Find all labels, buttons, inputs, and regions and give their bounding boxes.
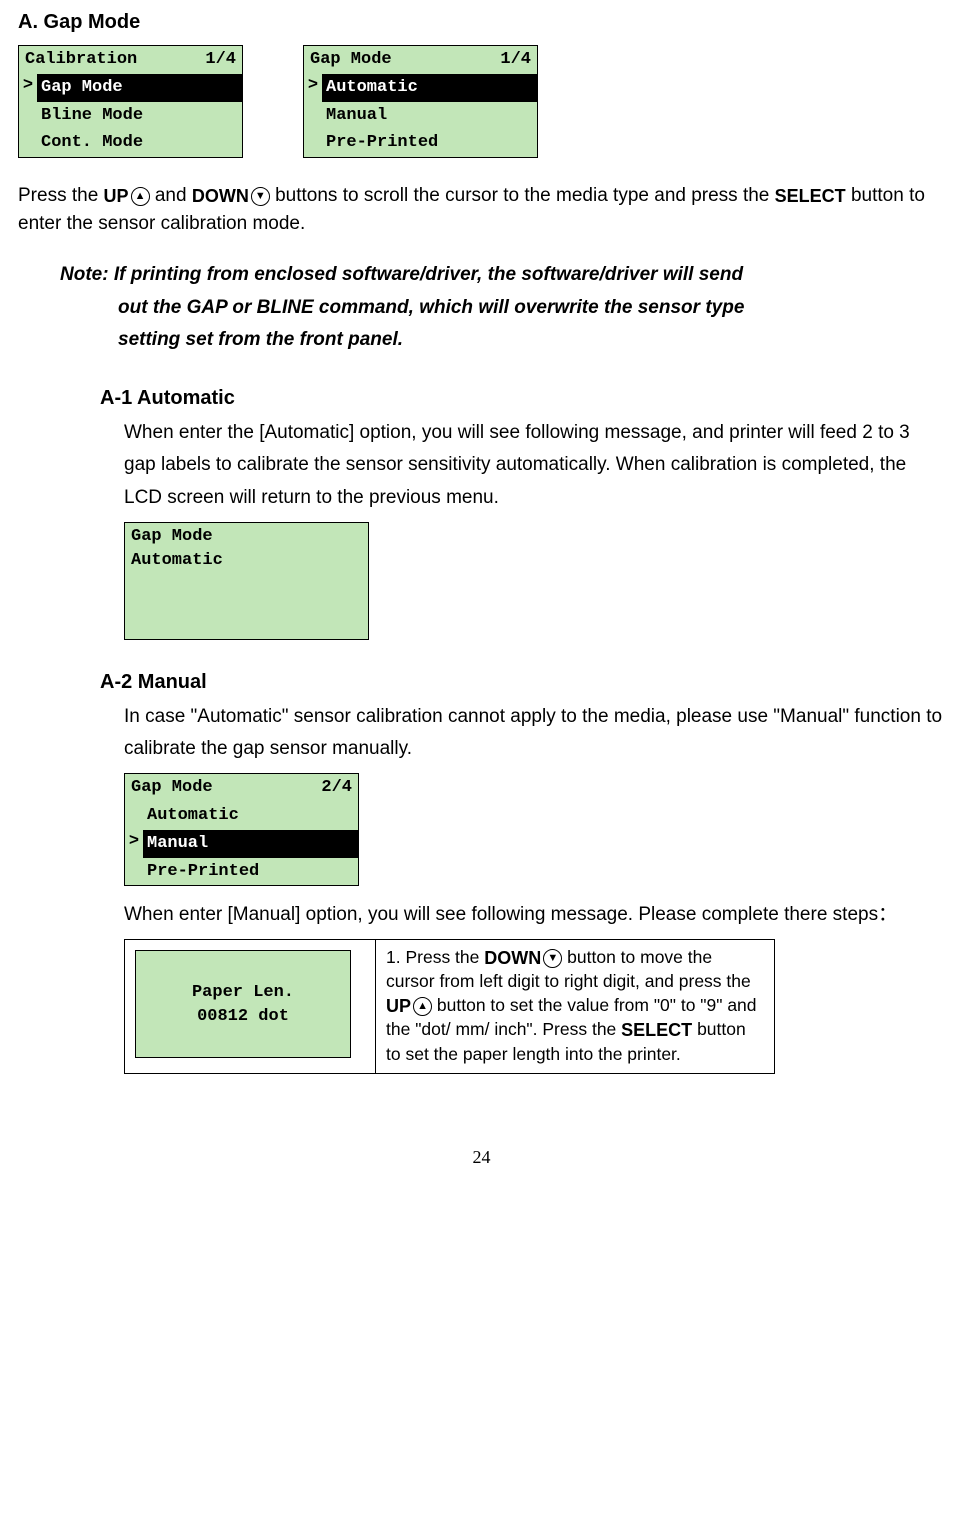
- up-button-label: UP: [386, 996, 411, 1016]
- cursor-icon: >: [304, 74, 322, 102]
- lcd1-row-2: Bline Mode: [19, 102, 242, 130]
- lcd1-row-3: Cont. Mode: [19, 129, 242, 157]
- lcd2-row-2: Manual: [304, 102, 537, 130]
- lcd-row-top: Calibration 1/4 > Gap Mode Bline Mode Co…: [18, 45, 945, 158]
- lcd3-row-2-label: Manual: [143, 830, 358, 858]
- a2-body2: When enter [Manual] option, you will see…: [124, 900, 945, 930]
- cursor-icon: [125, 858, 143, 886]
- cursor-icon: [304, 102, 322, 130]
- instruction-paragraph: Press the UP and DOWN buttons to scroll …: [18, 182, 945, 237]
- lcd3-title-right: 2/4: [321, 776, 352, 800]
- lcd2-title-left: Gap Mode: [310, 48, 392, 72]
- lcd1-row-1: > Gap Mode: [19, 74, 242, 102]
- lcd2-title-right: 1/4: [500, 48, 531, 72]
- cursor-icon: >: [125, 830, 143, 858]
- cursor-icon: [304, 129, 322, 157]
- lcd2-row-1-label: Automatic: [322, 74, 537, 102]
- lcd2-row-1: > Automatic: [304, 74, 537, 102]
- manual-steps-table: Paper Len. 00812 dot 1. Press the DOWN b…: [124, 939, 775, 1074]
- step-cell-lcd: Paper Len. 00812 dot: [125, 939, 376, 1073]
- lcd2-row-3-label: Pre-Printed: [322, 129, 537, 157]
- lcd1-title-left: Calibration: [25, 48, 137, 72]
- section-a1: A-1 Automatic When enter the [Automatic]…: [100, 384, 945, 640]
- up-arrow-icon: [131, 187, 150, 206]
- lcd-auto-line2: Automatic: [131, 549, 362, 573]
- p1-b: and: [155, 185, 187, 206]
- lcd-auto-running: Gap Mode Automatic: [124, 522, 369, 640]
- note-block: Note: If printing from enclosed software…: [60, 259, 945, 356]
- lcd3-row-1-label: Automatic: [143, 802, 358, 830]
- paper-len-line2: 00812 dot: [136, 1005, 350, 1029]
- lcd-gap-mode: Gap Mode 1/4 > Automatic Manual Pre-Prin…: [303, 45, 538, 158]
- down-button-label: DOWN: [192, 186, 249, 206]
- a2-heading: A-2 Manual: [100, 668, 945, 697]
- down-arrow-icon: [543, 949, 562, 968]
- lcd3-row-1: Automatic: [125, 802, 358, 830]
- p1-a: Press the: [18, 185, 98, 206]
- note-lead: Note:: [60, 264, 114, 285]
- lcd2-row-3: Pre-Printed: [304, 129, 537, 157]
- note-line-1: If printing from enclosed software/drive…: [114, 264, 743, 285]
- lcd3-row-3: Pre-Printed: [125, 858, 358, 886]
- s1-a: 1. Press the: [386, 947, 479, 967]
- a2-body1: In case "Automatic" sensor calibration c…: [124, 701, 945, 766]
- lcd1-row-3-label: Cont. Mode: [37, 129, 242, 157]
- section-a2: A-2 Manual In case "Automatic" sensor ca…: [100, 668, 945, 1074]
- lcd1-row-2-label: Bline Mode: [37, 102, 242, 130]
- select-button-label: SELECT: [775, 186, 846, 206]
- cursor-icon: [19, 102, 37, 130]
- select-button-label: SELECT: [621, 1021, 692, 1041]
- lcd3-title-left: Gap Mode: [131, 776, 213, 800]
- lcd-paper-len: Paper Len. 00812 dot: [135, 950, 351, 1058]
- a1-body: When enter the [Automatic] option, you w…: [124, 417, 945, 514]
- down-button-label: DOWN: [484, 948, 541, 968]
- lcd2-row-2-label: Manual: [322, 102, 537, 130]
- down-arrow-icon: [251, 187, 270, 206]
- lcd-auto-line1: Gap Mode: [131, 525, 362, 549]
- up-arrow-icon: [413, 997, 432, 1016]
- note-line-3: setting set from the front panel.: [118, 324, 945, 356]
- a1-heading: A-1 Automatic: [100, 384, 945, 413]
- lcd3-row-3-label: Pre-Printed: [143, 858, 358, 886]
- note-line-2: out the GAP or BLINE command, which will…: [118, 292, 945, 324]
- lcd3-row-2: > Manual: [125, 830, 358, 858]
- lcd1-row-1-label: Gap Mode: [37, 74, 242, 102]
- paper-len-line1: Paper Len.: [136, 981, 350, 1005]
- cursor-icon: >: [19, 74, 37, 102]
- lcd-gap-manual-select: Gap Mode 2/4 Automatic > Manual Pre-Prin…: [124, 773, 359, 886]
- page-number: 24: [18, 1144, 945, 1170]
- step-cell-instruction: 1. Press the DOWN button to move the cur…: [376, 939, 775, 1073]
- cursor-icon: [125, 802, 143, 830]
- lcd-calibration: Calibration 1/4 > Gap Mode Bline Mode Co…: [18, 45, 243, 158]
- section-heading: A. Gap Mode: [18, 8, 945, 37]
- lcd1-title-right: 1/4: [205, 48, 236, 72]
- up-button-label: UP: [104, 186, 129, 206]
- p1-c: buttons to scroll the cursor to the medi…: [275, 185, 769, 206]
- cursor-icon: [19, 129, 37, 157]
